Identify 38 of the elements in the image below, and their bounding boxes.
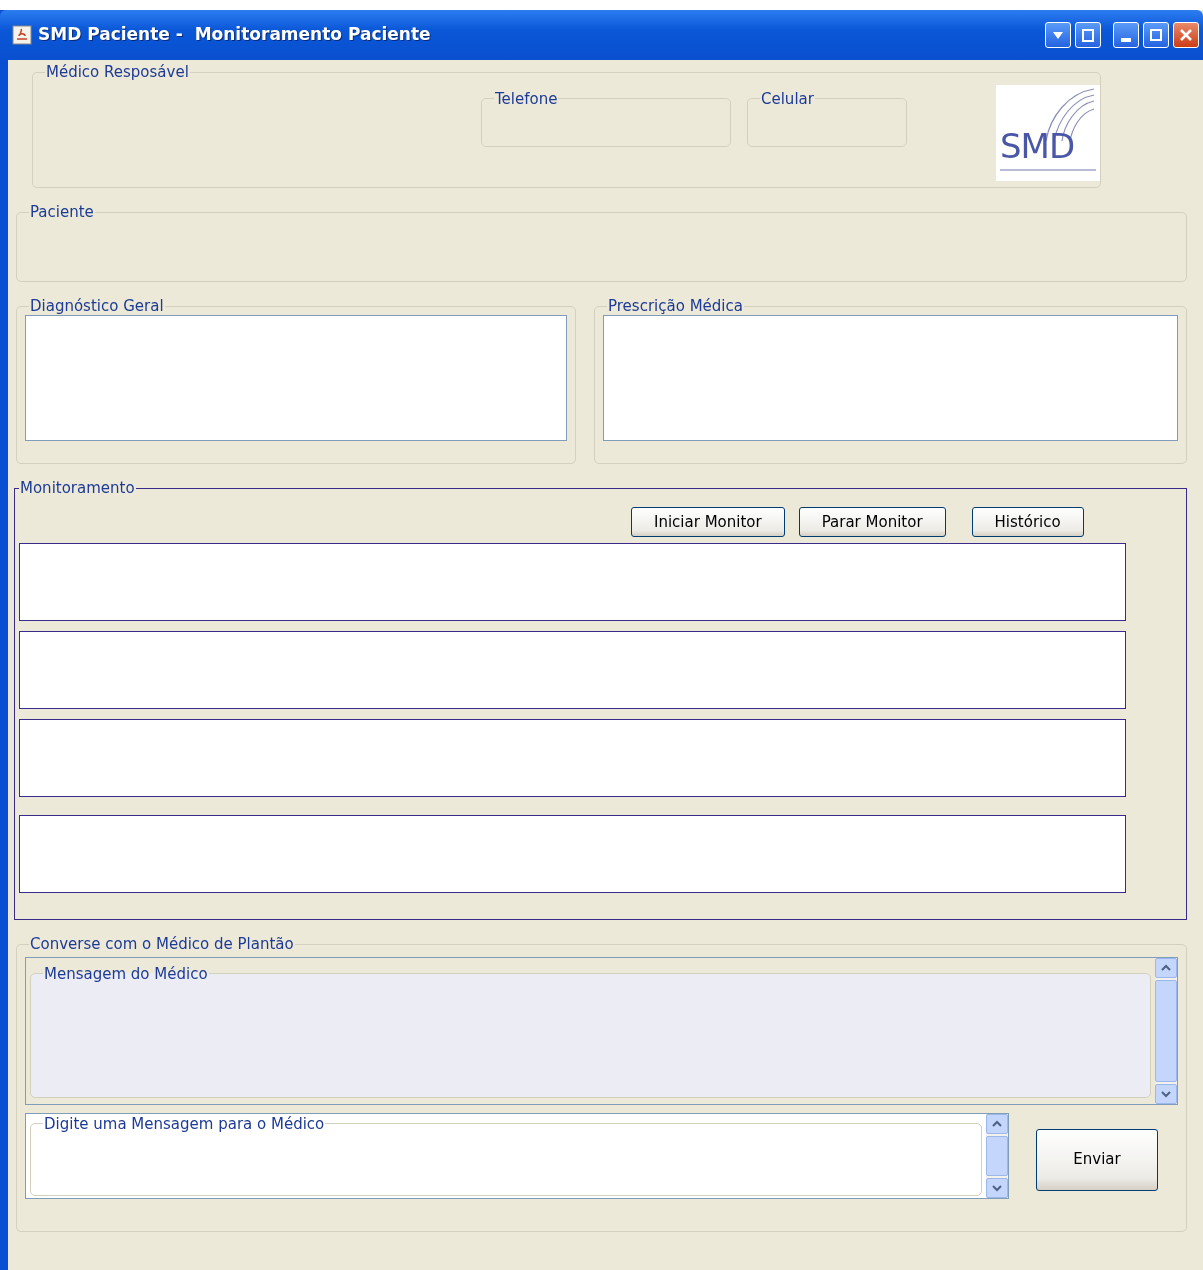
- maximize-icon: [1148, 27, 1164, 43]
- close-button[interactable]: [1173, 22, 1199, 48]
- send-button[interactable]: Enviar: [1036, 1128, 1158, 1191]
- group-title: Mensagem do Médico: [43, 965, 209, 982]
- group-title: Telefone: [494, 90, 559, 107]
- window-icon: [1080, 27, 1096, 43]
- logo-text: SMD: [1000, 128, 1075, 163]
- group-title: Monitoramento: [19, 480, 136, 497]
- caret-icon: [1053, 31, 1063, 39]
- scroll-down-button[interactable]: [1155, 1083, 1177, 1104]
- group-title: Paciente: [29, 204, 95, 221]
- start-button[interactable]: Iniciar Monitor: [631, 506, 785, 537]
- close-icon: [1178, 27, 1194, 43]
- scroll-up-button[interactable]: [1155, 957, 1177, 978]
- group-title: Converse com o Médico de Plantão: [29, 936, 295, 953]
- scroll-thumb[interactable]: [986, 1135, 1008, 1176]
- history-button[interactable]: Histórico: [971, 506, 1084, 537]
- group-title: Celular: [760, 90, 815, 107]
- scroll-up-button[interactable]: [986, 1113, 1008, 1134]
- diagnosis-field[interactable]: [25, 314, 567, 441]
- group-title: Prescrição Médica: [607, 298, 744, 315]
- stop-button[interactable]: Parar Monitor: [798, 506, 946, 537]
- menu-button[interactable]: [1045, 22, 1071, 48]
- restore-button[interactable]: [1075, 22, 1101, 48]
- group-title: Diagnóstico Geral: [29, 298, 165, 315]
- minimize-button[interactable]: [1113, 22, 1139, 48]
- app-icon: [12, 25, 32, 45]
- group-title: Digite uma Mensagem para o Médico: [43, 1115, 326, 1132]
- prescription-field[interactable]: [603, 314, 1178, 441]
- scrollbar[interactable]: [986, 1113, 1008, 1198]
- group-title: Médico Resposável: [45, 64, 190, 81]
- scroll-down-button[interactable]: [986, 1177, 1008, 1198]
- scroll-thumb[interactable]: [1155, 979, 1177, 1082]
- maximize-button[interactable]: [1143, 22, 1169, 48]
- minimize-icon: [1121, 38, 1131, 42]
- scrollbar[interactable]: [1155, 957, 1177, 1104]
- message-input-field[interactable]: Digite uma Mensagem para o Médico: [30, 1115, 982, 1196]
- window-title: SMD Paciente - Monitoramento Paciente: [38, 23, 431, 47]
